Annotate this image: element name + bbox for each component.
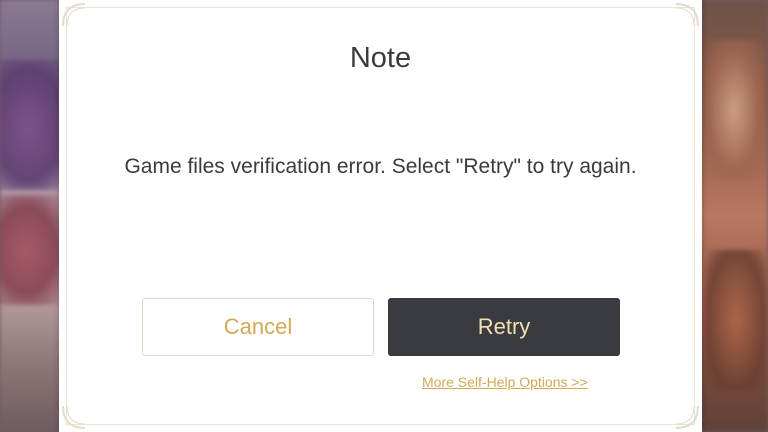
corner-ornament-icon xyxy=(62,3,86,27)
note-dialog: Note Game files verification error. Sele… xyxy=(59,0,702,432)
background-right-art xyxy=(700,0,768,432)
cancel-button[interactable]: Cancel xyxy=(142,298,374,356)
corner-ornament-icon xyxy=(675,405,699,429)
dialog-message: Game files verification error. Select "R… xyxy=(124,155,637,178)
corner-ornament-icon xyxy=(675,3,699,27)
more-self-help-link[interactable]: More Self-Help Options >> xyxy=(422,374,588,390)
corner-ornament-icon xyxy=(62,405,86,429)
dialog-title: Note xyxy=(349,42,412,74)
retry-button[interactable]: Retry xyxy=(388,298,620,356)
